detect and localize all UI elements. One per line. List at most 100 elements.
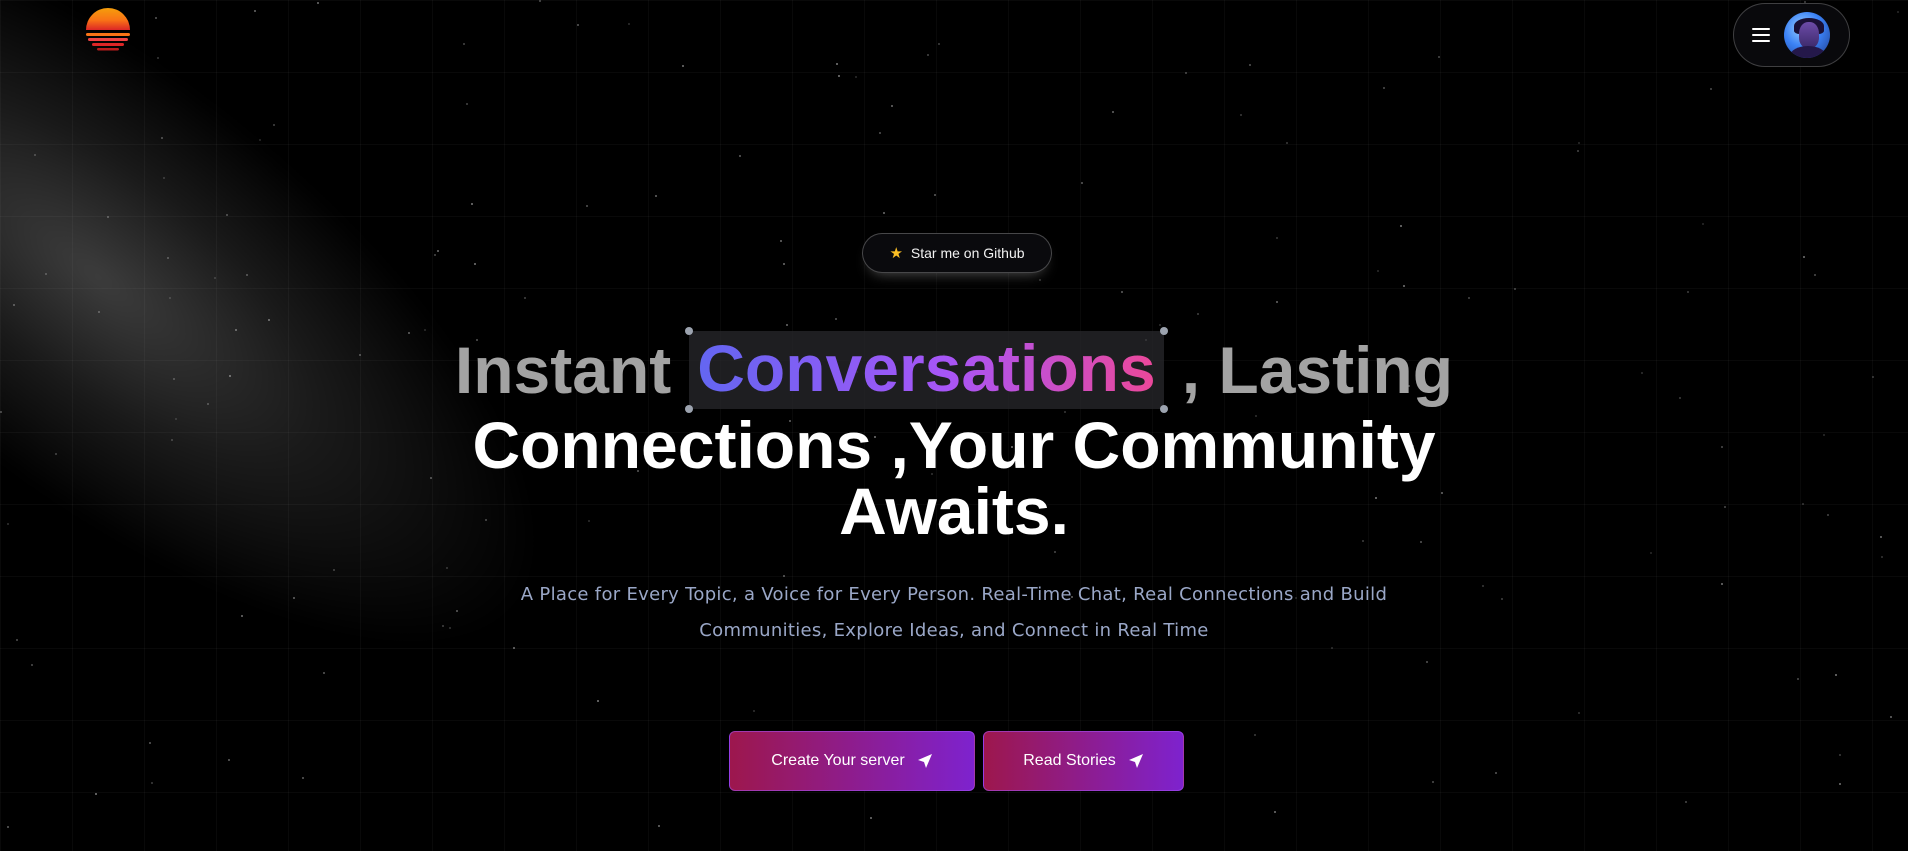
star-dot (149, 742, 151, 744)
star-dot (1890, 716, 1892, 718)
star-dot (1702, 223, 1704, 225)
star-dot (1501, 598, 1503, 600)
create-server-button[interactable]: Create Your server (729, 731, 975, 791)
star-dot (938, 43, 940, 45)
star-dot (151, 782, 153, 784)
github-star-button[interactable]: ★ Star me on Github (862, 233, 1052, 273)
headline-prefix: Instant (454, 333, 672, 407)
star-dot (1685, 801, 1687, 803)
star-dot (163, 177, 165, 179)
star-dot (463, 43, 465, 45)
star-dot (474, 263, 476, 265)
star-dot (155, 17, 157, 19)
star-dot (658, 825, 660, 827)
hamburger-icon[interactable] (1752, 28, 1770, 42)
star-dot (1185, 72, 1187, 74)
star-dot (1054, 551, 1056, 553)
sunset-logo-icon[interactable] (84, 6, 132, 54)
star-dot (259, 139, 261, 141)
star-dot (246, 274, 248, 276)
star-dot (161, 137, 163, 139)
star-dot (254, 10, 256, 12)
star-dot (1432, 781, 1434, 783)
star-dot (1403, 285, 1405, 287)
star-dot (214, 277, 216, 279)
star-dot (167, 257, 169, 259)
star-dot (855, 76, 857, 78)
star-dot (655, 195, 657, 197)
create-server-label: Create Your server (771, 752, 905, 769)
star-dot (228, 759, 230, 761)
star-dot (157, 57, 159, 59)
star-dot (302, 777, 304, 779)
star-dot (1897, 11, 1899, 13)
star-dot (1254, 734, 1256, 736)
star-dot (883, 212, 885, 214)
read-stories-button[interactable]: Read Stories (983, 731, 1184, 791)
headline-highlight: Conversations (697, 331, 1156, 405)
star-dot (1468, 297, 1470, 299)
star-dot (870, 817, 872, 819)
star-dot (317, 2, 319, 4)
star-dot (1835, 674, 1837, 676)
star-dot (1482, 585, 1484, 587)
send-arrow-icon (1128, 754, 1143, 768)
star-dot (597, 700, 599, 702)
star-dot (268, 319, 270, 321)
star-dot (107, 216, 109, 218)
star-dot (1814, 274, 1816, 276)
star-dot (466, 103, 468, 105)
star-dot (838, 75, 840, 77)
star-dot (1121, 291, 1123, 293)
star-dot (835, 318, 837, 320)
star-dot (323, 672, 325, 674)
star-icon: ★ (889, 245, 903, 262)
headline-suffix: , Lasting (1181, 333, 1454, 407)
star-dot (1687, 291, 1689, 293)
hero-headline: Instant Conversations , Lasting Connecti… (0, 327, 1908, 548)
star-dot (780, 240, 782, 242)
star-dot (169, 297, 171, 299)
star-dot (753, 710, 755, 712)
star-dot (1839, 783, 1841, 785)
star-dot (934, 194, 936, 196)
star-dot (13, 304, 15, 306)
star-dot (1426, 661, 1428, 663)
star-dot (471, 203, 473, 205)
star-dot (1286, 142, 1288, 144)
github-star-label: Star me on Github (910, 245, 1025, 261)
star-dot (333, 569, 335, 571)
star-dot (1514, 288, 1516, 290)
star-dot (783, 263, 785, 265)
star-dot (1249, 64, 1251, 66)
star-dot (586, 205, 588, 207)
star-dot (539, 0, 541, 2)
read-stories-label: Read Stories (1023, 752, 1116, 769)
headline-line-2: Connections ,Your Community (472, 408, 1436, 482)
star-dot (1710, 88, 1712, 90)
headline-line-1: Instant Conversations , Lasting (0, 327, 1908, 413)
star-dot (1276, 301, 1278, 303)
star-dot (786, 324, 788, 326)
star-dot (1438, 56, 1440, 58)
star-dot (98, 311, 100, 313)
star-dot (1797, 678, 1799, 680)
star-dot (95, 793, 97, 795)
star-dot (31, 664, 33, 666)
user-menu-pill[interactable] (1733, 3, 1850, 67)
star-dot (927, 54, 929, 56)
star-dot (1721, 583, 1723, 585)
star-dot (577, 24, 579, 26)
star-dot (524, 297, 526, 299)
subtitle-line-1: A Place for Every Topic, a Voice for Eve… (520, 584, 1388, 605)
star-dot (7, 826, 9, 828)
star-dot (1400, 225, 1402, 227)
star-dot (1578, 712, 1580, 714)
star-dot (1197, 313, 1199, 315)
star-dot (836, 63, 838, 65)
star-dot (1276, 237, 1278, 239)
star-dot (446, 567, 448, 569)
user-avatar[interactable] (1784, 12, 1830, 58)
headline-line-3: Awaits. (839, 474, 1069, 548)
subtitle-line-2: Communities, Explore Ideas, and Connect … (699, 620, 1209, 641)
